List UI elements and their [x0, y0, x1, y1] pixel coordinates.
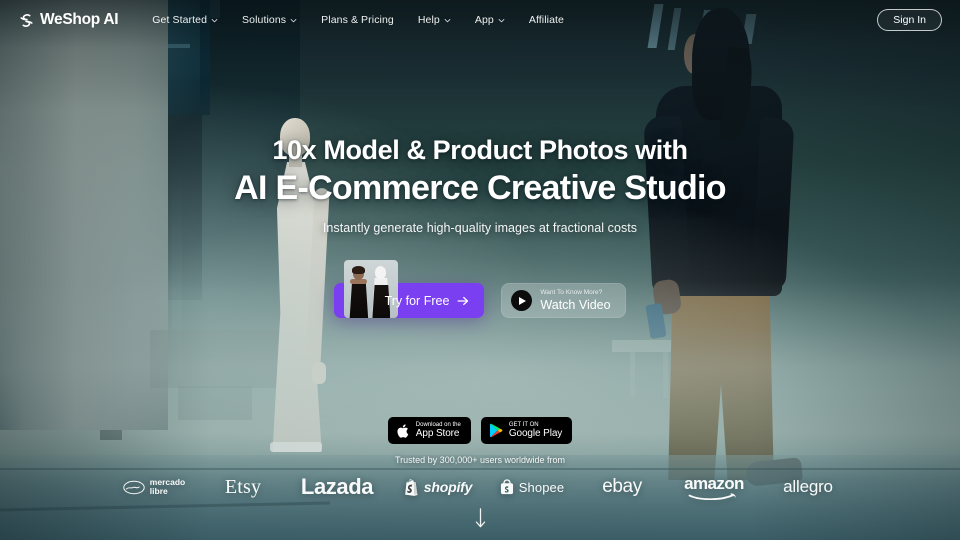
try-for-free-button[interactable]: Try for Free	[334, 260, 485, 318]
app-store-badge[interactable]: Download on the App Store	[387, 417, 471, 444]
nav-label: Help	[417, 14, 440, 26]
thumbnail-model-hair	[352, 266, 366, 274]
nav-item-plans-pricing[interactable]: Plans & Pricing	[309, 8, 406, 32]
chevron-down-icon	[444, 18, 451, 22]
google-play-kicker: GET IT ON	[508, 421, 539, 428]
cta-preview-thumbnail	[344, 260, 399, 318]
logo-lazada: Lazada	[300, 474, 374, 499]
arrow-right-icon	[457, 296, 469, 305]
chevron-down-icon	[290, 18, 297, 22]
brand-name: WeShop AI	[40, 11, 119, 28]
app-store-kicker: Download on the	[415, 421, 461, 428]
watch-video-kicker: Want To Know More?	[540, 289, 603, 296]
watch-video-button[interactable]: Want To Know More? Watch Video	[501, 283, 626, 318]
watch-video-label: Watch Video	[540, 297, 611, 312]
thumbnail-model-dress	[349, 280, 369, 318]
logo-allegro: allegro	[783, 477, 833, 496]
trust-text: Trusted by 300,000+ users worldwide from	[395, 455, 565, 465]
hero-copy-block: 10x Model & Product Photos with AI E-Com…	[0, 135, 960, 236]
logo-etsy: Etsy	[224, 475, 262, 498]
nav-label: App	[474, 14, 494, 26]
google-play-name: Google Play	[508, 428, 563, 440]
app-store-text: Download on the App Store	[416, 422, 461, 440]
thumbnail-model-head	[353, 268, 365, 280]
logo-ebay: ebay	[602, 476, 642, 497]
sign-in-button[interactable]: Sign In	[877, 9, 942, 31]
nav-label: Affiliate	[528, 14, 564, 26]
hero-subheadline: Instantly generate high-quality images a…	[322, 221, 638, 236]
arrow-down-icon	[475, 508, 485, 528]
logo-shopify: shopify	[390, 478, 486, 496]
thumbnail-model	[348, 266, 370, 318]
thumbnail-mannequin-head	[375, 266, 387, 279]
cta-button-row: Try for Free Want To Know More? Watch Vi…	[0, 260, 960, 318]
mercado-libre-wordmark: mercado libre	[150, 478, 185, 496]
amazon-wordmark: amazon	[684, 473, 744, 493]
chevron-down-icon	[211, 18, 218, 22]
hero-section: WeShop AI Get Started Solutions Plans & …	[0, 0, 960, 540]
nav-item-affiliate[interactable]: Affiliate	[517, 8, 576, 32]
shopify-bag-icon	[404, 478, 418, 496]
nav-item-solutions[interactable]: Solutions	[230, 8, 309, 32]
app-store-name: App Store	[415, 428, 460, 440]
hero-headline-line-2: AI E-Commerce Creative Studio	[234, 169, 726, 208]
weshop-monogram-icon	[20, 13, 33, 27]
nav-item-get-started[interactable]: Get Started	[140, 8, 230, 32]
thumbnail-backdrop	[344, 260, 399, 318]
scroll-down-indicator[interactable]	[0, 508, 960, 530]
brand-logo[interactable]: WeShop AI	[18, 11, 119, 29]
amazon-swoosh-icon	[688, 492, 736, 500]
watch-video-text: Want To Know More? Watch Video	[540, 289, 611, 312]
mercado-libre-icon	[123, 480, 145, 494]
shopee-bag-icon	[500, 479, 513, 495]
logo-shopee: Shopee	[486, 479, 578, 495]
thumbnail-model-shoulders	[350, 279, 368, 284]
play-icon	[511, 290, 533, 311]
top-navigation-bar: WeShop AI Get Started Solutions Plans & …	[0, 0, 960, 40]
shopee-wordmark: Shopee	[518, 479, 565, 495]
partner-logo-row: mercado libre Etsy Lazada shopify Shopee…	[0, 470, 960, 504]
nav-label: Plans & Pricing	[321, 14, 394, 26]
apple-icon	[397, 423, 409, 438]
nav-links: Get Started Solutions Plans & Pricing He…	[140, 8, 576, 32]
shopify-wordmark: shopify	[423, 479, 473, 495]
nav-label: Solutions	[242, 14, 287, 26]
mercado-libre-line2: libre	[149, 486, 168, 496]
nav-item-help[interactable]: Help	[406, 8, 463, 32]
play-triangle	[519, 296, 527, 305]
logo-mercado-libre: mercado libre	[106, 478, 202, 496]
try-for-free-label: Try for Free	[384, 293, 450, 308]
nav-label: Get Started	[152, 14, 208, 26]
hero-headline-line-1: 10x Model & Product Photos with	[272, 135, 688, 165]
logo-amazon: amazon	[666, 475, 762, 500]
google-play-text: GET IT ON Google Play	[509, 422, 562, 440]
google-play-badge[interactable]: GET IT ON Google Play	[480, 417, 573, 444]
hero-content: WeShop AI Get Started Solutions Plans & …	[0, 0, 960, 540]
app-store-badge-row: Download on the App Store GET IT ON Goog…	[0, 417, 960, 444]
chevron-down-icon	[498, 18, 505, 22]
nav-item-app[interactable]: App	[463, 8, 517, 32]
google-play-icon	[489, 423, 503, 438]
thumbnail-mannequin	[370, 266, 392, 318]
